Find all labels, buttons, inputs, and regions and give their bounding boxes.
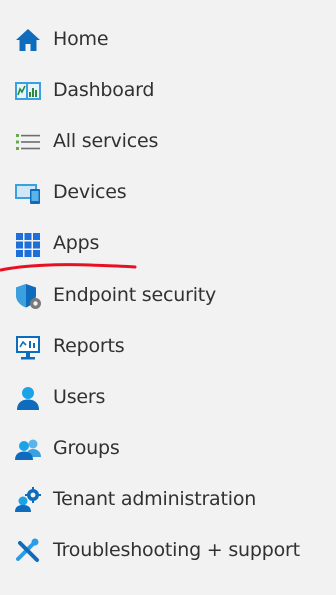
sidebar-item-label: Home bbox=[53, 28, 109, 50]
sidebar-item-groups[interactable]: Groups bbox=[0, 423, 336, 474]
apps-icon bbox=[14, 230, 42, 258]
sidebar-item-devices[interactable]: Devices bbox=[0, 167, 336, 218]
sidebar-item-endpoint-security[interactable]: Endpoint security bbox=[0, 270, 336, 321]
users-icon bbox=[14, 384, 42, 412]
sidebar-item-apps[interactable]: Apps bbox=[0, 218, 336, 269]
sidebar-item-label: Users bbox=[53, 386, 106, 408]
sidebar-item-home[interactable]: Home bbox=[0, 14, 336, 65]
home-icon bbox=[14, 26, 42, 54]
sidebar-item-all-services[interactable]: All services bbox=[0, 116, 336, 167]
tenant-administration-icon bbox=[14, 486, 42, 514]
devices-icon bbox=[14, 179, 42, 207]
groups-icon bbox=[14, 435, 42, 463]
endpoint-security-icon bbox=[14, 282, 42, 310]
sidebar-item-label: Groups bbox=[53, 437, 120, 459]
sidebar-item-label: Endpoint security bbox=[53, 284, 217, 306]
sidebar-item-troubleshooting[interactable]: Troubleshooting + support bbox=[0, 525, 336, 576]
sidebar-item-label: All services bbox=[53, 130, 159, 152]
sidebar-item-label: Reports bbox=[53, 335, 125, 357]
sidebar-nav: Home Dashboard All services Devices Apps… bbox=[0, 0, 336, 595]
sidebar-item-label: Devices bbox=[53, 181, 127, 203]
reports-icon bbox=[14, 333, 42, 361]
sidebar-item-label: Tenant administration bbox=[53, 488, 257, 510]
dashboard-icon bbox=[14, 77, 42, 105]
sidebar-item-label: Apps bbox=[53, 232, 100, 254]
sidebar-item-label: Troubleshooting + support bbox=[53, 539, 300, 561]
sidebar-item-tenant-administration[interactable]: Tenant administration bbox=[0, 474, 336, 525]
sidebar-item-users[interactable]: Users bbox=[0, 372, 336, 423]
sidebar-item-label: Dashboard bbox=[53, 79, 155, 101]
all-services-icon bbox=[14, 128, 42, 156]
sidebar-item-reports[interactable]: Reports bbox=[0, 321, 336, 372]
troubleshooting-icon bbox=[14, 537, 42, 565]
sidebar-item-dashboard[interactable]: Dashboard bbox=[0, 65, 336, 116]
